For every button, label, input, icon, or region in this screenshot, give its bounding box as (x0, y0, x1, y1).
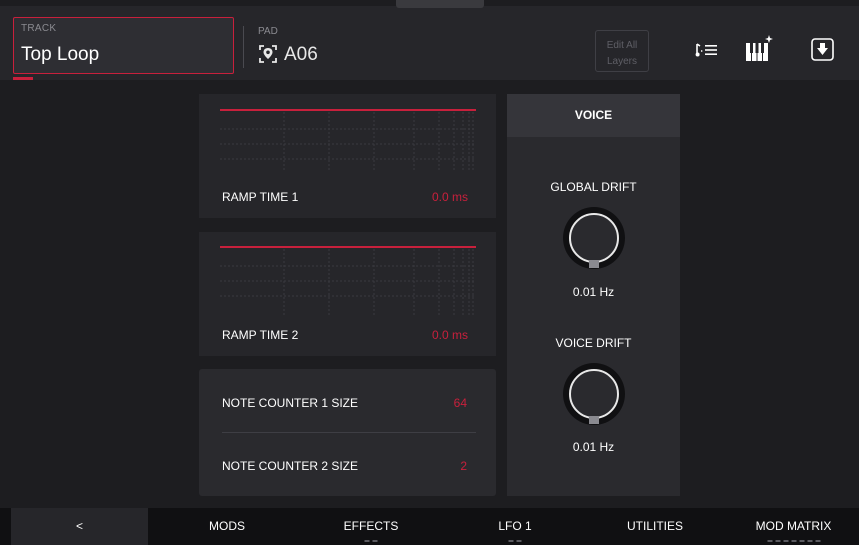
header-divider (243, 26, 244, 68)
back-button[interactable]: < (11, 508, 148, 545)
pad-label: PAD (258, 26, 278, 37)
note-counter-2-value: 2 (460, 459, 467, 473)
ramp-time-2-graph (220, 246, 476, 316)
tab-mod-matrix-label: MOD MATRIX (755, 519, 832, 533)
download-icon[interactable] (811, 38, 834, 61)
tab-utilities-label: UTILITIES (626, 519, 683, 533)
ramp-time-2-panel[interactable]: RAMP TIME 2 0.0 ms (199, 232, 496, 356)
voice-title: VOICE (507, 94, 680, 137)
top-drag-handle[interactable] (396, 0, 484, 8)
tab-lfo1[interactable]: LFO 1 (448, 508, 582, 545)
edit-all-line2: Layers (606, 56, 637, 67)
global-drift-value: 0.01 Hz (572, 285, 615, 299)
note-counter-2-row[interactable]: NOTE COUNTER 2 SIZE 2 (199, 433, 496, 496)
voice-drift-label: VOICE DRIFT (555, 336, 632, 350)
note-counter-panel: NOTE COUNTER 1 SIZE 64 NOTE COUNTER 2 SI… (199, 369, 496, 496)
ramp-time-1-value: 0.0 ms (431, 190, 468, 204)
pad-value: A06 (284, 44, 318, 65)
tab-mods[interactable]: MODS (160, 508, 294, 545)
global-drift-knob[interactable] (560, 204, 628, 272)
tab-mods-label: MODS (209, 519, 245, 533)
edit-all-layers-button[interactable]: Edit All Layers (595, 30, 649, 72)
note-counter-1-value: 64 (453, 396, 467, 410)
header-bar: TRACK Top Loop PAD A06 Edit All Layers (0, 6, 859, 80)
bottom-tab-bar: < MODS EFFECTS LFO 1 UTILITIES MOD MATRI… (0, 508, 859, 545)
ramp-time-1-panel[interactable]: RAMP TIME 1 0.0 ms (199, 94, 496, 218)
global-drift-label: GLOBAL DRIFT (550, 180, 637, 194)
ramp-time-1-label: RAMP TIME 1 (222, 190, 299, 204)
ramp-time-1-graph (220, 109, 476, 172)
tab-mod-matrix[interactable]: MOD MATRIX (728, 508, 859, 545)
tab-mod-matrix-page-dots (767, 540, 820, 542)
keyboard-sparkle-icon[interactable] (744, 34, 774, 64)
voice-panel: VOICE GLOBAL DRIFT 0.01 Hz VOICE DRIFT 0… (507, 94, 680, 496)
ramp-time-2-value: 0.0 ms (431, 328, 468, 342)
tab-effects-label: EFFECTS (343, 519, 399, 533)
note-counter-2-label: NOTE COUNTER 2 SIZE (222, 459, 359, 473)
tab-lfo1-label: LFO 1 (498, 519, 532, 533)
edit-all-line1: Edit All (606, 40, 638, 51)
voice-drift-value: 0.01 Hz (572, 440, 615, 454)
tab-utilities[interactable]: UTILITIES (592, 508, 718, 545)
tab-effects-page-dots (364, 540, 378, 542)
track-value: Top Loop (21, 44, 100, 65)
track-selector[interactable]: TRACK Top Loop (13, 17, 234, 74)
note-list-icon[interactable] (694, 39, 718, 61)
screen: TRACK Top Loop PAD A06 Edit All Layers R… (0, 0, 859, 545)
track-label: TRACK (21, 23, 57, 34)
voice-drift-knob[interactable] (560, 360, 628, 428)
note-counter-1-row[interactable]: NOTE COUNTER 1 SIZE 64 (199, 369, 496, 432)
note-counter-1-label: NOTE COUNTER 1 SIZE (222, 396, 359, 410)
pad-location-icon[interactable] (258, 44, 278, 64)
tab-effects[interactable]: EFFECTS (304, 508, 438, 545)
tab-lfo1-page-dots (508, 540, 522, 542)
track-indicator (13, 77, 33, 80)
ramp-time-2-label: RAMP TIME 2 (222, 328, 299, 342)
